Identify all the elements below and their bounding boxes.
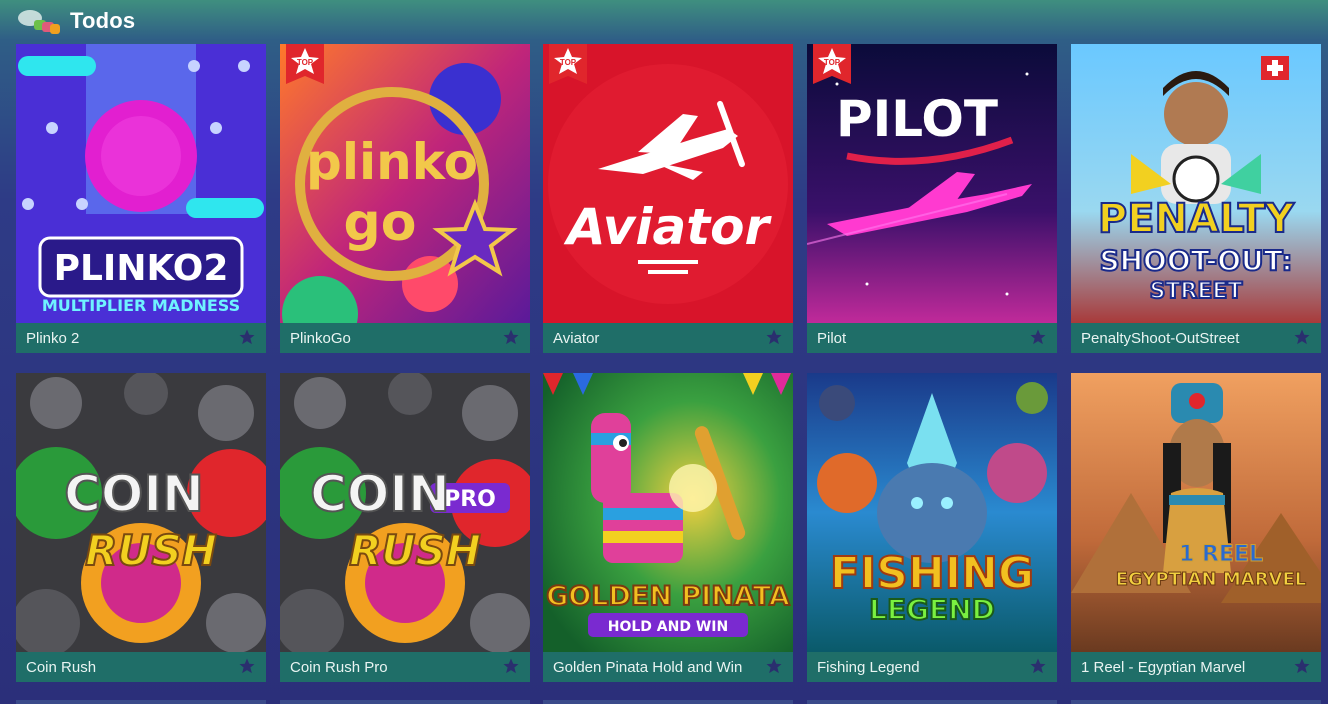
coinrush-artwork: COIN RUSH [16, 373, 266, 652]
game-card[interactable]: GOLDEN PINATA HOLD AND WIN Golden Pinata… [543, 373, 793, 682]
game-info-bar: Pilot [807, 323, 1057, 353]
game-card[interactable]: COIN RUSH Coin Rush [16, 373, 266, 682]
game-thumbnail[interactable]: 1 REEL EGYPTIAN MARVEL [1071, 373, 1321, 652]
aviator-artwork: Aviator [543, 44, 793, 323]
game-thumbnail[interactable]: GOLDEN PINATA HOLD AND WIN [543, 373, 793, 652]
game-card[interactable]: plinko go TOP PlinkoGo [280, 44, 530, 353]
badge-label: TOP [297, 58, 314, 67]
art-subtitle: RUSH [349, 526, 481, 575]
art-subtitle: HOLD AND WIN [608, 619, 728, 635]
top-badge: TOP [286, 44, 324, 84]
game-card[interactable]: PLINKO2 MULTIPLIER MADNESS Plinko 2 [16, 44, 266, 353]
penalty-artwork: PENALTY SHOOT-OUT: STREET [1071, 44, 1321, 323]
game-info-bar: PlinkoGo [280, 323, 530, 353]
star-icon[interactable] [502, 657, 520, 675]
next-row-card-peek [1071, 700, 1321, 704]
game-card[interactable]: Aviator TOP Aviator [543, 44, 793, 353]
goldenpinata-artwork: GOLDEN PINATA HOLD AND WIN [543, 373, 793, 652]
star-icon[interactable] [1029, 328, 1047, 346]
top-badge: TOP [813, 44, 851, 84]
game-card[interactable]: 1 REEL EGYPTIAN MARVEL 1 Reel - Egyptian… [1071, 373, 1321, 682]
game-name[interactable]: PenaltyShoot-OutStreet [1081, 330, 1286, 347]
star-icon[interactable] [765, 328, 783, 346]
game-name[interactable]: Coin Rush Pro [290, 659, 495, 676]
game-info-bar: Coin Rush [16, 652, 266, 682]
art-subtitle: EGYPTIAN MARVEL [1116, 569, 1307, 590]
game-card[interactable]: PILOT TOP Pilot [807, 44, 1057, 353]
game-thumbnail[interactable]: PENALTY SHOOT-OUT: STREET [1071, 44, 1321, 323]
art-title: COIN [64, 465, 204, 523]
art-title: PILOT [836, 90, 998, 148]
next-row-card-peek [543, 700, 793, 704]
game-card[interactable]: PENALTY SHOOT-OUT: STREET PenaltyShoot-O… [1071, 44, 1321, 353]
game-info-bar: Aviator [543, 323, 793, 353]
game-name[interactable]: 1 Reel - Egyptian Marvel [1081, 659, 1286, 676]
game-info-bar: Fishing Legend [807, 652, 1057, 682]
game-thumbnail[interactable]: FISHING LEGEND [807, 373, 1057, 652]
game-thumbnail[interactable]: COIN RUSH [16, 373, 266, 652]
game-thumbnail[interactable]: PRO COIN RUSH [280, 373, 530, 652]
game-name[interactable]: Coin Rush [26, 659, 231, 676]
art-title: PENALTY [1098, 196, 1295, 242]
next-row-card-peek [16, 700, 266, 704]
coinrushpro-artwork: PRO COIN RUSH [280, 373, 530, 652]
next-row-card-peek [280, 700, 530, 704]
game-info-bar: Plinko 2 [16, 323, 266, 353]
star-icon[interactable] [1029, 657, 1047, 675]
game-info-bar: Golden Pinata Hold and Win [543, 652, 793, 682]
art-title: Aviator [563, 198, 773, 256]
game-name[interactable]: Fishing Legend [817, 659, 1022, 676]
art-subtitle: LEGEND [869, 593, 995, 626]
game-thumbnail[interactable]: Aviator [543, 44, 793, 323]
game-info-bar: PenaltyShoot-OutStreet [1071, 323, 1321, 353]
art-title: PLINKO2 [54, 248, 229, 289]
art-title: 1 REEL [1179, 542, 1263, 567]
art-title: GOLDEN PINATA [546, 581, 790, 612]
art-subtitle: MULTIPLIER MADNESS [42, 296, 240, 315]
plinkogo-artwork: plinko go [280, 44, 530, 323]
egyptianmarvel-artwork: 1 REEL EGYPTIAN MARVEL [1071, 373, 1321, 652]
art-title: plinko [306, 133, 478, 191]
art-subtitle-2: STREET [1150, 279, 1243, 304]
star-icon[interactable] [238, 657, 256, 675]
game-name[interactable]: PlinkoGo [290, 330, 495, 347]
art-title: FISHING [830, 548, 1034, 599]
art-subtitle: RUSH [85, 526, 217, 575]
art-subtitle: SHOOT-OUT: [1099, 244, 1292, 277]
game-name[interactable]: Plinko 2 [26, 330, 231, 347]
star-icon[interactable] [238, 328, 256, 346]
game-thumbnail[interactable]: PILOT [807, 44, 1057, 323]
star-icon[interactable] [1293, 657, 1311, 675]
game-thumbnail[interactable]: PLINKO2 MULTIPLIER MADNESS [16, 44, 266, 323]
top-badge: TOP [549, 44, 587, 84]
plinko2-artwork: PLINKO2 MULTIPLIER MADNESS [16, 44, 266, 323]
game-name[interactable]: Aviator [553, 330, 758, 347]
games-grid: PLINKO2 MULTIPLIER MADNESS Plinko 2 plin… [0, 0, 1328, 704]
star-icon[interactable] [1293, 328, 1311, 346]
badge-label: TOP [824, 58, 841, 67]
art-badge: PRO [444, 487, 496, 512]
game-name[interactable]: Golden Pinata Hold and Win [553, 659, 758, 676]
game-card[interactable]: PRO COIN RUSH Coin Rush Pro [280, 373, 530, 682]
star-icon[interactable] [502, 328, 520, 346]
pilot-artwork: PILOT [807, 44, 1057, 323]
game-name[interactable]: Pilot [817, 330, 1022, 347]
game-thumbnail[interactable]: plinko go [280, 44, 530, 323]
art-subtitle: go [344, 193, 417, 253]
badge-label: TOP [560, 58, 577, 67]
fishinglegend-artwork: FISHING LEGEND [807, 373, 1057, 652]
star-icon[interactable] [765, 657, 783, 675]
game-info-bar: 1 Reel - Egyptian Marvel [1071, 652, 1321, 682]
next-row-card-peek [807, 700, 1057, 704]
game-info-bar: Coin Rush Pro [280, 652, 530, 682]
game-card[interactable]: FISHING LEGEND Fishing Legend [807, 373, 1057, 682]
art-title: COIN [310, 465, 450, 523]
